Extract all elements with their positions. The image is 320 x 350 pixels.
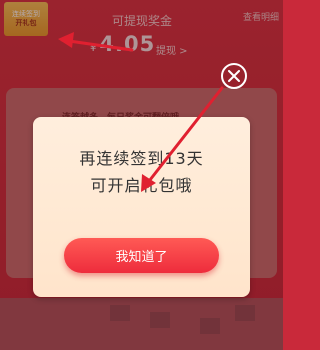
close-button[interactable] — [221, 63, 247, 89]
got-it-button[interactable]: 我知道了 — [64, 238, 219, 273]
dialog-message-line2: 可开启礼包哦 — [90, 176, 193, 195]
dialog-message-line1: 再连续签到13天 — [79, 149, 204, 168]
close-icon — [228, 70, 240, 82]
sign-in-reminder-dialog: 再连续签到13天 可开启礼包哦 我知道了 — [33, 117, 250, 297]
